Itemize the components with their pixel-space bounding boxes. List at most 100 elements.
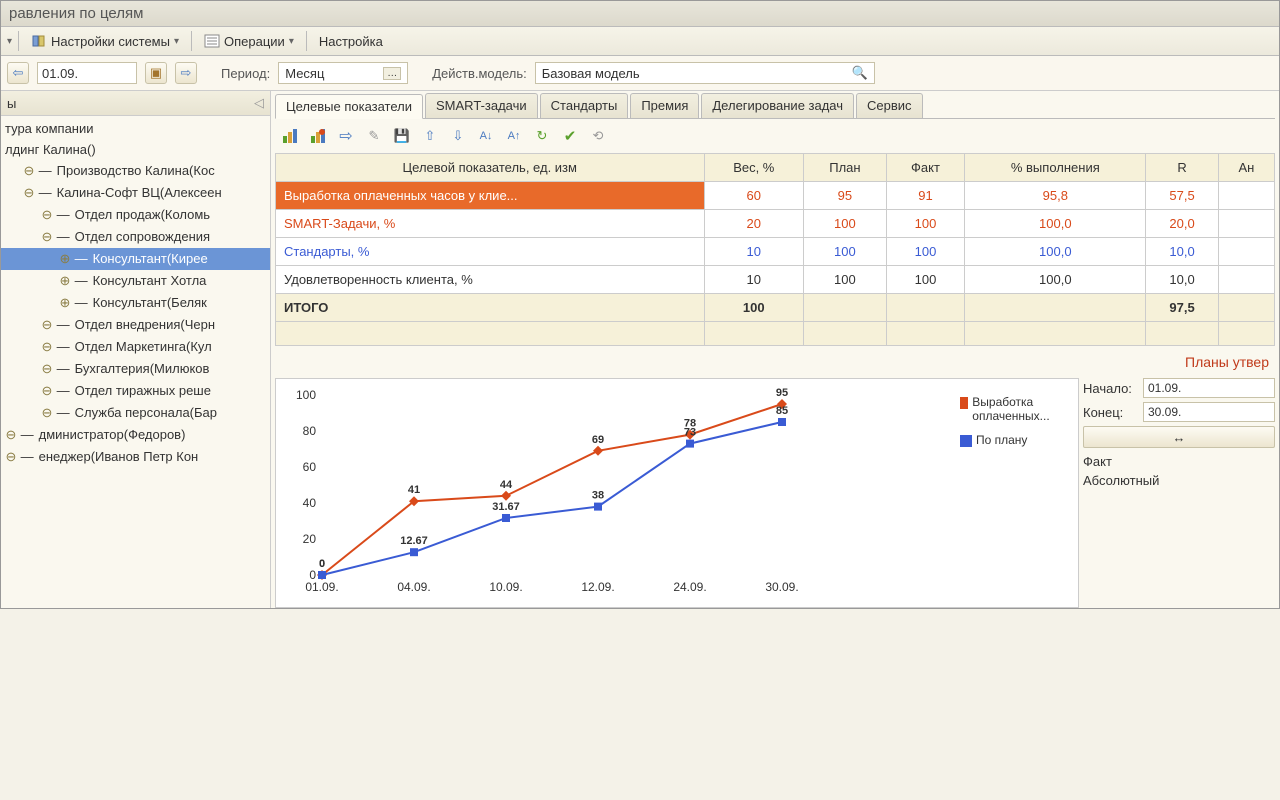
menu-settings[interactable]: Настройки системы ▾ bbox=[25, 31, 185, 51]
legend-swatch-2 bbox=[960, 435, 972, 447]
tree-node[interactable]: ⊖ —дминистратор(Федоров) bbox=[1, 424, 270, 446]
svg-text:38: 38 bbox=[592, 490, 604, 502]
sort-desc-icon: A↑ bbox=[508, 130, 521, 142]
tree-node[interactable]: ⊖ —Отдел сопровождения bbox=[1, 226, 270, 248]
tree-node[interactable]: ⊖ —Производство Калина(Кос bbox=[1, 160, 270, 182]
svg-text:20: 20 bbox=[303, 532, 317, 546]
tree-node[interactable]: ⊕ —Консультант(Беляк bbox=[1, 292, 270, 314]
edit-button[interactable]: ✎ bbox=[363, 125, 385, 147]
disk-icon: 💾 bbox=[394, 128, 410, 144]
column-header[interactable]: % выполнения bbox=[965, 154, 1146, 182]
table-row[interactable]: Удовлетворенность клиента, %10100100100,… bbox=[276, 266, 1275, 294]
fit-range-button[interactable]: ↔ bbox=[1083, 426, 1275, 448]
menu-config[interactable]: Настройка bbox=[313, 32, 389, 51]
start-date-input[interactable]: 01.09. bbox=[1143, 378, 1275, 398]
tree-node[interactable]: ⊖ —Бухгалтерия(Милюков bbox=[1, 358, 270, 380]
refresh-button[interactable]: ↻ bbox=[531, 125, 553, 147]
legend-label-1: Выработка оплаченных... bbox=[972, 395, 1070, 423]
link-button[interactable]: ⟲ bbox=[587, 125, 609, 147]
tab[interactable]: Премия bbox=[630, 93, 699, 118]
column-header[interactable]: Вес, % bbox=[704, 154, 804, 182]
search-icon[interactable]: 🔍 bbox=[852, 65, 868, 81]
column-header[interactable]: Целевой показатель, ед. изм bbox=[276, 154, 705, 182]
tab[interactable]: SMART-задачи bbox=[425, 93, 538, 118]
arrow-right-icon: ⇨ bbox=[181, 65, 192, 81]
line-chart: 02040608010001.09.04.09.10.09.12.09.24.0… bbox=[282, 385, 902, 603]
nav-toolbar: ⇦ 01.09. ▣ ⇨ Период: Месяц … Действ.моде… bbox=[1, 56, 1279, 91]
forward-button[interactable]: ⇨ bbox=[335, 125, 357, 147]
tab[interactable]: Целевые показатели bbox=[275, 94, 423, 119]
measure-select[interactable]: Факт bbox=[1083, 454, 1275, 469]
arrow-left-icon: ⇦ bbox=[13, 65, 24, 81]
tab[interactable]: Стандарты bbox=[540, 93, 629, 118]
tree-node[interactable]: лдинг Калина() bbox=[1, 139, 270, 160]
start-label: Начало: bbox=[1083, 381, 1139, 396]
collapse-icon[interactable]: ◁ bbox=[254, 95, 264, 111]
tree-node[interactable]: ⊖ —Отдел Маркетинга(Кул bbox=[1, 336, 270, 358]
sort-desc-button[interactable]: A↑ bbox=[503, 125, 525, 147]
svg-text:80: 80 bbox=[303, 424, 317, 438]
org-tree: тура компаниилдинг Калина()⊖ —Производст… bbox=[1, 116, 270, 470]
legend-label-2: По плану bbox=[976, 433, 1027, 447]
nav-next-button[interactable]: ⇨ bbox=[175, 62, 197, 84]
date-input[interactable]: 01.09. bbox=[37, 62, 137, 84]
start-date-value: 01.09. bbox=[1148, 381, 1181, 395]
measure-value: Факт bbox=[1083, 454, 1112, 469]
period-label: Период: bbox=[221, 66, 270, 81]
total-row: ИТОГО10097,5 bbox=[276, 294, 1275, 322]
chart-controls: Начало:01.09. Конец:30.09. ↔ Факт Абсолю… bbox=[1083, 378, 1275, 608]
tree-node[interactable]: ⊖ —Калина-Софт ВЦ(Алексеен bbox=[1, 182, 270, 204]
svg-text:12.67: 12.67 bbox=[400, 535, 428, 547]
tab[interactable]: Делегирование задач bbox=[701, 93, 854, 118]
tree-node[interactable]: ⊖ —Отдел продаж(Коломь bbox=[1, 204, 270, 226]
arrow-down-icon: ⇩ bbox=[453, 128, 464, 144]
svg-text:0: 0 bbox=[319, 558, 325, 570]
sidebar-header: ы ◁ bbox=[1, 91, 270, 116]
sidebar: ы ◁ тура компаниилдинг Калина()⊖ —Произв… bbox=[1, 91, 271, 608]
menu-dropdown-icon[interactable]: ▾ bbox=[7, 36, 12, 47]
menu-operations[interactable]: Операции ▾ bbox=[198, 31, 300, 51]
date-picker-button[interactable]: ▣ bbox=[145, 62, 167, 84]
tree-node[interactable]: ⊖ —Отдел тиражных реше bbox=[1, 380, 270, 402]
check-icon: ✔ bbox=[564, 127, 577, 145]
ellipsis-icon: … bbox=[383, 67, 401, 80]
down-button[interactable]: ⇩ bbox=[447, 125, 469, 147]
tab[interactable]: Сервис bbox=[856, 93, 923, 118]
save-button[interactable]: 💾 bbox=[391, 125, 413, 147]
tree-node[interactable]: тура компании bbox=[1, 118, 270, 139]
table-row[interactable]: Стандарты, %10100100100,010,0 bbox=[276, 238, 1275, 266]
tree-node[interactable]: ⊕ —Консультант(Кирее bbox=[1, 248, 270, 270]
pencil-icon: ✎ bbox=[369, 128, 380, 144]
svg-text:30.09.: 30.09. bbox=[765, 580, 798, 594]
column-header[interactable]: План bbox=[804, 154, 887, 182]
tree-node[interactable]: ⊖ —Служба персонала(Бар bbox=[1, 402, 270, 424]
column-header[interactable]: Ан bbox=[1218, 154, 1274, 182]
period-select[interactable]: Месяц … bbox=[278, 62, 408, 84]
gear-icon bbox=[31, 33, 47, 49]
end-date-input[interactable]: 30.09. bbox=[1143, 402, 1275, 422]
column-header[interactable]: Факт bbox=[886, 154, 965, 182]
tree-node[interactable]: ⊖ —енеджер(Иванов Петр Кон bbox=[1, 446, 270, 468]
model-select[interactable]: Базовая модель 🔍 bbox=[535, 62, 875, 84]
menubar: ▾ Настройки системы ▾ Операции ▾ Настрой… bbox=[1, 27, 1279, 56]
tree-node[interactable]: ⊖ —Отдел внедрения(Черн bbox=[1, 314, 270, 336]
chart-legend: Выработка оплаченных... По плану bbox=[960, 395, 1070, 457]
sort-asc-button[interactable]: A↓ bbox=[475, 125, 497, 147]
up-button[interactable]: ⇧ bbox=[419, 125, 441, 147]
scale-select[interactable]: Абсолютный bbox=[1083, 473, 1275, 488]
nav-prev-button[interactable]: ⇦ bbox=[7, 62, 29, 84]
svg-text:01.09.: 01.09. bbox=[305, 580, 338, 594]
svg-text:44: 44 bbox=[500, 479, 513, 491]
apply-button[interactable]: ✔ bbox=[559, 125, 581, 147]
kpi-table: Целевой показатель, ед. измВес, %ПланФак… bbox=[275, 153, 1275, 346]
svg-text:69: 69 bbox=[592, 434, 604, 446]
column-header[interactable]: R bbox=[1146, 154, 1218, 182]
svg-text:04.09.: 04.09. bbox=[397, 580, 430, 594]
table-row[interactable]: SMART-Задачи, %20100100100,020,0 bbox=[276, 210, 1275, 238]
svg-text:40: 40 bbox=[303, 496, 317, 510]
chart-add-button[interactable] bbox=[279, 125, 301, 147]
svg-text:31.67: 31.67 bbox=[492, 501, 520, 513]
chart-edit-button[interactable] bbox=[307, 125, 329, 147]
tree-node[interactable]: ⊕ —Консультант Хотла bbox=[1, 270, 270, 292]
table-row[interactable]: Выработка оплаченных часов у клие...6095… bbox=[276, 182, 1275, 210]
